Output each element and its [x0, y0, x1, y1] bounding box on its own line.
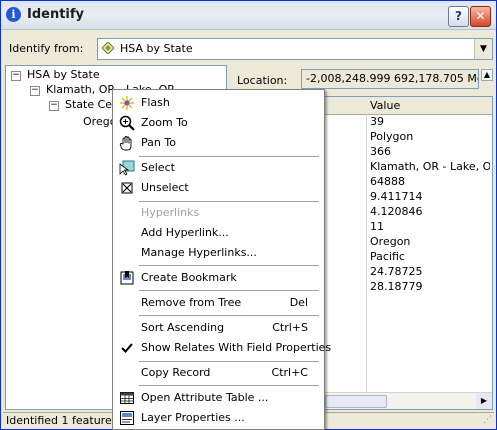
location-field[interactable]: -2,008,248.999 692,178.705 Meters — [301, 69, 479, 89]
grid-cell-value[interactable]: 28.18779 — [370, 280, 490, 296]
menu-item-show-relates[interactable]: Show Relates With Field Properties — [113, 338, 331, 358]
grid-cell-value[interactable]: Polygon — [370, 130, 490, 146]
grid-cell-value[interactable]: 64888 — [370, 175, 490, 191]
collapse-icon[interactable]: − — [49, 101, 59, 111]
tree-node-layer[interactable]: HSA by State — [27, 68, 100, 81]
grid-cell-value[interactable]: Oregon — [370, 235, 490, 251]
scroll-right-icon[interactable]: ▶ — [476, 393, 492, 409]
resize-grip-icon[interactable]: ⋰ — [483, 415, 492, 425]
shortcut-label: Del — [289, 296, 308, 309]
menu-separator — [139, 290, 319, 291]
table-icon — [120, 392, 134, 404]
identify-from-label: Identify from: — [9, 42, 84, 55]
location-label: Location: — [237, 74, 288, 87]
grid-cell-value[interactable]: Pacific — [370, 250, 490, 266]
menu-item-layer-properties[interactable]: Layer Properties ... — [113, 408, 324, 428]
collapse-icon[interactable]: − — [11, 71, 21, 81]
menu-item-open-attribute-table[interactable]: Open Attribute Table ... — [113, 388, 324, 408]
chevron-down-icon[interactable]: ▼ — [474, 39, 492, 59]
menu-item-pan-to[interactable]: Pan To — [113, 133, 324, 153]
menu-item-flash[interactable]: Flash — [113, 93, 324, 113]
menu-item-create-bookmark[interactable]: Create Bookmark — [113, 268, 324, 288]
identify-from-value: HSA by State — [120, 42, 193, 55]
grid-cell-value[interactable]: 11 — [370, 220, 490, 236]
menu-item-select[interactable]: Select — [113, 158, 324, 178]
unselect-icon — [121, 182, 133, 194]
menu-item-unselect[interactable]: Unselect — [113, 178, 324, 198]
menu-separator — [139, 265, 319, 266]
menu-separator — [139, 315, 319, 316]
layer-icon — [102, 42, 114, 54]
scroll-thumb[interactable] — [325, 395, 387, 408]
grid-cell-value[interactable]: 24.78725 — [370, 265, 490, 281]
context-menu: Flash Zoom To Pan To Select Unselect Hyp… — [112, 89, 331, 430]
bookmark-icon — [120, 271, 134, 285]
close-button[interactable]: ✕ — [470, 6, 491, 27]
column-divider — [366, 114, 367, 392]
menu-item-hyperlinks: Hyperlinks — [141, 206, 200, 219]
identify-from-dropdown[interactable]: HSA by State ▼ — [97, 38, 493, 60]
grid-cell-value[interactable]: 39 — [370, 115, 490, 131]
pan-hand-icon — [119, 136, 132, 151]
menu-item-zoom-to[interactable]: Zoom To — [113, 113, 324, 133]
shortcut-label: Ctrl+S — [272, 321, 308, 334]
shortcut-label: Ctrl+C — [271, 366, 308, 379]
menu-item-add-hyperlink[interactable]: Add Hyperlink... — [113, 223, 324, 243]
menu-separator — [139, 385, 319, 386]
layer-properties-icon — [120, 411, 134, 425]
flash-icon — [120, 96, 134, 110]
menu-separator — [139, 201, 319, 202]
location-scroll-arrow-icon[interactable]: ▲ — [481, 69, 493, 81]
info-icon: i — [6, 7, 21, 22]
column-header-value[interactable]: Value — [366, 97, 492, 115]
menu-separator — [139, 156, 319, 157]
window-title: Identify — [27, 7, 85, 22]
menu-separator — [139, 361, 319, 362]
menu-item-remove-from-tree[interactable]: Remove from Tree Del — [113, 293, 324, 313]
menu-item-copy-record[interactable]: Copy Record Ctrl+C — [113, 363, 324, 383]
help-button[interactable]: ? — [448, 6, 469, 27]
grid-cell-value[interactable]: 366 — [370, 145, 490, 161]
checkmark-icon — [121, 343, 133, 353]
grid-cell-value[interactable]: Klamath, OR - Lake, OR — [370, 160, 490, 176]
grid-cell-value[interactable]: 4.120846 — [370, 205, 490, 221]
location-value: -2,008,248.999 692,178.705 Meters — [306, 72, 478, 85]
menu-item-sort-ascending[interactable]: Sort Ascending Ctrl+S — [113, 318, 324, 338]
zoom-icon — [119, 115, 135, 131]
select-icon — [119, 160, 135, 176]
status-text: Identified 1 feature — [6, 414, 112, 427]
collapse-icon[interactable]: − — [30, 86, 40, 96]
grid-cell-value[interactable]: 9.411714 — [370, 190, 490, 206]
menu-item-manage-hyperlinks[interactable]: Manage Hyperlinks... — [113, 243, 324, 263]
title-bar[interactable]: i Identify ? ✕ — [1, 1, 496, 30]
